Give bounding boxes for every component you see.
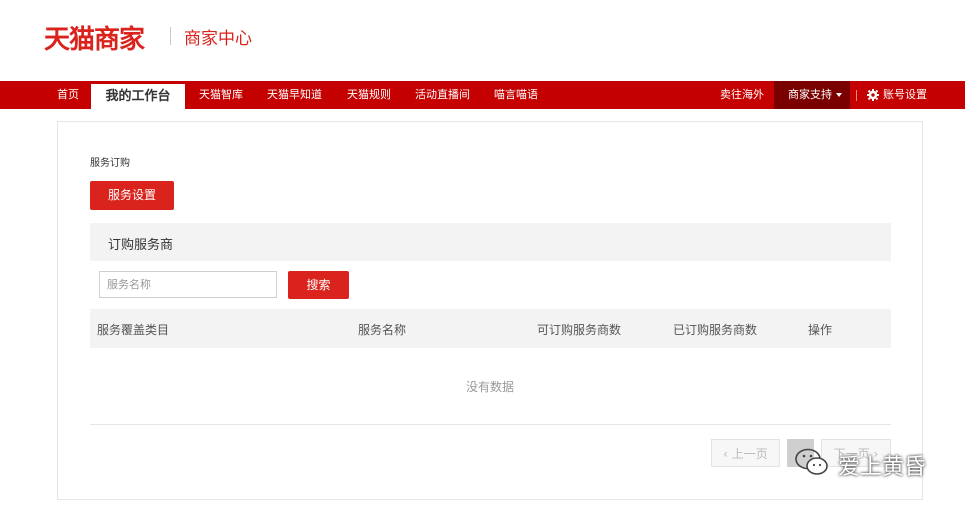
chevron-left-icon: ‹: [723, 447, 732, 461]
nav-item-early-notice[interactable]: 天猫早知道: [267, 81, 322, 109]
top-nav: 首页 我的工作台 天猫智库 天猫早知道 天猫规则 活动直播间 喵言喵语 卖往海外…: [0, 81, 965, 109]
column-header-actions: 操作: [808, 323, 833, 337]
gear-icon: [867, 89, 879, 101]
support-dropdown[interactable]: 商家支持: [774, 81, 850, 109]
nav-item-live[interactable]: 活动直播间: [415, 81, 470, 109]
logo-divider: [170, 27, 171, 45]
prev-page-button[interactable]: ‹ 上一页: [711, 439, 780, 467]
section-header: 订购服务商: [90, 223, 891, 261]
table-divider: [90, 424, 891, 425]
service-name-input[interactable]: [99, 271, 277, 298]
prev-page-label: 上一页: [731, 447, 768, 461]
table-header: 服务覆盖类目 服务名称 可订购服务商数 已订购服务商数 操作: [90, 309, 891, 348]
column-header-service-name: 服务名称: [358, 323, 407, 337]
chevron-down-icon: [836, 93, 842, 97]
nav-item-think-tank[interactable]: 天猫智库: [199, 81, 243, 109]
page-subtitle: 商家中心: [184, 29, 252, 49]
wechat-icon: [795, 448, 828, 475]
breadcrumb: 服务订购: [90, 158, 130, 169]
header: 天猫商家 商家中心: [0, 0, 965, 81]
nav-item-workbench[interactable]: 我的工作台: [91, 84, 185, 109]
nav-item-overseas[interactable]: 卖往海外: [720, 81, 764, 109]
nav-item-home[interactable]: 首页: [57, 81, 79, 109]
column-header-category: 服务覆盖类目: [97, 323, 170, 337]
empty-state: 没有数据: [465, 380, 514, 394]
column-header-available-count: 可订购服务商数: [537, 323, 622, 337]
nav-item-miao-talk[interactable]: 喵言喵语: [494, 81, 538, 109]
tmall-logo[interactable]: 天猫商家: [44, 19, 145, 56]
support-label: 商家支持: [788, 88, 832, 101]
section-title: 订购服务商: [108, 238, 174, 253]
nav-item-rules[interactable]: 天猫规则: [347, 81, 391, 109]
nav-item-account-settings[interactable]: 账号设置: [883, 81, 927, 109]
search-button[interactable]: 搜索: [288, 271, 349, 299]
nav-divider: [856, 90, 857, 101]
service-settings-button[interactable]: 服务设置: [90, 181, 174, 210]
column-header-subscribed-count: 已订购服务商数: [673, 323, 758, 337]
watermark-text: 爱上黄昏: [838, 455, 927, 480]
